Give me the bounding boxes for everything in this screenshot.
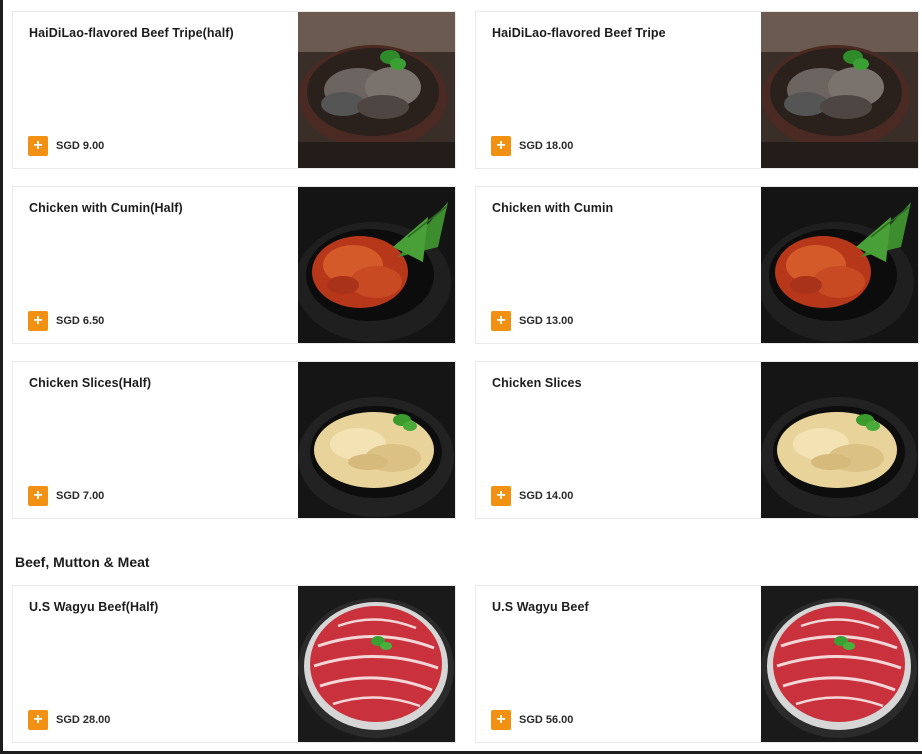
menu-item-price: SGD 18.00	[519, 140, 574, 152]
menu-item-info: Chicken with Cumin + SGD 13.00	[476, 187, 761, 343]
cumin-chicken-photo	[298, 187, 455, 343]
add-to-cart-button[interactable]: +	[28, 136, 48, 156]
beef-tripe-photo	[298, 12, 455, 168]
menu-item-name: Chicken with Cumin(Half)	[29, 201, 183, 215]
menu-item-card[interactable]: Chicken Slices + SGD 14.00	[475, 361, 919, 519]
menu-item-price: SGD 9.00	[56, 140, 105, 152]
menu-item-info: U.S Wagyu Beef(Half) + SGD 28.00	[13, 586, 298, 742]
menu-item-name: U.S Wagyu Beef(Half)	[29, 600, 159, 614]
price-row: + SGD 18.00	[491, 136, 573, 156]
wagyu-beef-photo	[761, 586, 918, 742]
price-row: + SGD 9.00	[28, 136, 104, 156]
section-title: Beef, Mutton & Meat	[15, 554, 150, 570]
menu-item-info: Chicken with Cumin(Half) + SGD 6.50	[13, 187, 298, 343]
price-row: + SGD 14.00	[491, 486, 573, 506]
price-row: + SGD 6.50	[28, 311, 104, 331]
add-to-cart-button[interactable]: +	[491, 486, 511, 506]
menu-item-price: SGD 28.00	[56, 714, 111, 726]
menu-item-card[interactable]: Chicken with Cumin + SGD 13.00	[475, 186, 919, 344]
price-row: + SGD 7.00	[28, 486, 104, 506]
add-to-cart-button[interactable]: +	[28, 710, 48, 730]
menu-item-name: U.S Wagyu Beef	[492, 600, 589, 614]
add-to-cart-button[interactable]: +	[491, 311, 511, 331]
price-row: + SGD 56.00	[491, 710, 573, 730]
price-row: + SGD 28.00	[28, 710, 110, 730]
add-to-cart-button[interactable]: +	[491, 710, 511, 730]
menu-item-name: HaiDiLao-flavored Beef Tripe	[492, 26, 666, 40]
beef-tripe-photo	[761, 12, 918, 168]
menu-item-price: SGD 14.00	[519, 490, 574, 502]
menu-item-card[interactable]: Chicken Slices(Half) + SGD 7.00	[12, 361, 456, 519]
add-to-cart-button[interactable]: +	[28, 311, 48, 331]
add-to-cart-button[interactable]: +	[28, 486, 48, 506]
menu-page: HaiDiLao-flavored Beef Tripe(half) + SGD…	[0, 0, 922, 754]
menu-item-name: Chicken with Cumin	[492, 201, 614, 215]
menu-item-card[interactable]: Chicken with Cumin(Half) + SGD 6.50	[12, 186, 456, 344]
menu-item-name: Chicken Slices	[492, 376, 582, 390]
menu-item-info: Chicken Slices(Half) + SGD 7.00	[13, 362, 298, 518]
menu-item-name: Chicken Slices(Half)	[29, 376, 152, 390]
menu-item-price: SGD 6.50	[56, 315, 105, 327]
cumin-chicken-photo	[761, 187, 918, 343]
menu-item-card[interactable]: U.S Wagyu Beef + SGD 56.00	[475, 585, 919, 743]
price-row: + SGD 13.00	[491, 311, 573, 331]
menu-item-card[interactable]: HaiDiLao-flavored Beef Tripe(half) + SGD…	[12, 11, 456, 169]
menu-item-info: Chicken Slices + SGD 14.00	[476, 362, 761, 518]
chicken-slices-photo	[761, 362, 918, 518]
menu-item-info: U.S Wagyu Beef + SGD 56.00	[476, 586, 761, 742]
menu-item-price: SGD 7.00	[56, 490, 105, 502]
wagyu-beef-photo	[298, 586, 455, 742]
menu-item-price: SGD 56.00	[519, 714, 574, 726]
add-to-cart-button[interactable]: +	[491, 136, 511, 156]
menu-item-info: HaiDiLao-flavored Beef Tripe + SGD 18.00	[476, 12, 761, 168]
chicken-slices-photo	[298, 362, 455, 518]
menu-item-info: HaiDiLao-flavored Beef Tripe(half) + SGD…	[13, 12, 298, 168]
menu-item-card[interactable]: HaiDiLao-flavored Beef Tripe + SGD 18.00	[475, 11, 919, 169]
menu-item-name: HaiDiLao-flavored Beef Tripe(half)	[29, 26, 234, 40]
menu-item-card[interactable]: U.S Wagyu Beef(Half) + SGD 28.00	[12, 585, 456, 743]
menu-item-price: SGD 13.00	[519, 315, 574, 327]
